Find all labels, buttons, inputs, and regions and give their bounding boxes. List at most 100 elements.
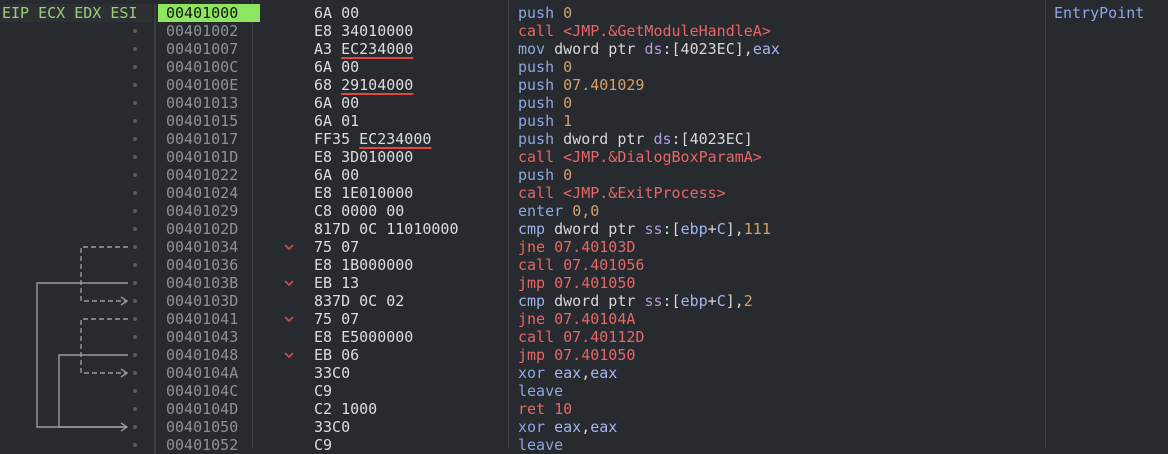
disasm-row[interactable]: 00401048 EB 06 jmp 07.401050	[0, 346, 1168, 364]
gutter-bar	[154, 94, 156, 112]
breakpoint-dot-icon[interactable]	[133, 353, 137, 357]
gutter-bar	[154, 220, 156, 238]
gutter-bar	[154, 238, 156, 256]
breakpoint-dot-icon[interactable]	[133, 119, 137, 123]
breakpoint-dot-icon[interactable]	[133, 263, 137, 267]
breakpoint-dot-icon[interactable]	[133, 83, 137, 87]
gutter-bar	[154, 346, 156, 364]
disasm-row[interactable]: 00401034 75 07 jne 07.40103D	[0, 238, 1168, 256]
disasm-row[interactable]: 0040103D 837D 0C 02 cmp dword ptr ss:[ebp+…	[0, 292, 1168, 310]
breakpoint-dot-icon[interactable]	[133, 299, 137, 303]
instruction-token: +	[707, 292, 717, 310]
breakpoint-dot-icon[interactable]	[133, 47, 137, 51]
disassembly-view[interactable]: EIP ECX EDX ESI 00401000 6A 00 push 0 EntryP…	[0, 0, 1168, 454]
gutter-bar	[154, 22, 156, 40]
breakpoint-dot-icon[interactable]	[133, 407, 137, 411]
disasm-row[interactable]: 00401052 C9 leave	[0, 436, 1168, 454]
instruction-token: jne	[518, 238, 555, 256]
instruction-bytes: E8 1B000000	[314, 256, 413, 274]
breakpoint-dot-icon[interactable]	[133, 155, 137, 159]
disasm-row[interactable]: EIP ECX EDX ESI 00401000 6A 00 push 0 EntryP…	[0, 4, 1168, 22]
instruction-token: ret	[518, 400, 555, 418]
instruction-bytes: 6A 00	[314, 166, 359, 184]
breakpoint-dot-icon[interactable]	[133, 191, 137, 195]
disasm-row[interactable]: 0040100E 68 29104000 push 07.401029	[0, 76, 1168, 94]
instruction-bytes: 6A 00	[314, 58, 359, 76]
disasm-row[interactable]: 00401041 75 07 jne 07.40104A	[0, 310, 1168, 328]
disasm-row[interactable]: 0040104C C9 leave	[0, 382, 1168, 400]
breakpoint-dot-icon[interactable]	[133, 443, 137, 447]
instruction-token: jmp	[518, 346, 555, 364]
bytes-text: A3	[314, 40, 342, 58]
address: 00401034	[166, 238, 239, 256]
breakpoint-dot-icon[interactable]	[133, 317, 137, 321]
disasm-row[interactable]: 00401013 6A 00 push 0	[0, 94, 1168, 112]
instruction-token: :[4023EC],	[662, 40, 753, 58]
entry-point-comment: EntryPoint	[1054, 4, 1145, 22]
instruction-token: 07.401056	[563, 256, 645, 274]
instruction: jmp 07.401050	[518, 346, 635, 364]
disasm-row[interactable]: 0040104A 33C0 xor eax,eax	[0, 364, 1168, 382]
instruction-token: push	[518, 76, 564, 94]
gutter-bar	[154, 364, 156, 382]
instruction-token: mov	[518, 40, 555, 58]
address: 0040102D	[166, 220, 239, 238]
breakpoint-dot-icon[interactable]	[133, 371, 137, 375]
disasm-row[interactable]: 00401022 6A 00 push 0	[0, 166, 1168, 184]
jump-taken-chevron-icon	[284, 280, 294, 287]
instruction-token: :[	[662, 220, 681, 238]
address: 00401048	[166, 346, 239, 364]
instruction-token: ,	[581, 364, 591, 382]
bytes-text: E8 1E010000	[314, 184, 414, 202]
disasm-row[interactable]: 0040104D C2 1000 ret 10	[0, 400, 1168, 418]
breakpoint-dot-icon[interactable]	[133, 227, 137, 231]
breakpoint-dot-icon[interactable]	[133, 425, 137, 429]
instruction-token: ss	[644, 220, 663, 238]
address: 00401002	[166, 22, 239, 40]
disasm-row[interactable]: 00401015 6A 01 push 1	[0, 112, 1168, 130]
instruction-token: jmp	[518, 274, 555, 292]
disasm-row[interactable]: 00401043 E8 E5000000 call 07.40112D	[0, 328, 1168, 346]
breakpoint-dot-icon[interactable]	[133, 65, 137, 69]
disasm-row[interactable]: 00401002 E8 34010000 call <JMP.&GetModuleH…	[0, 22, 1168, 40]
disasm-row[interactable]: 0040101D E8 3D010000 call <JMP.&DialogBoxP…	[0, 148, 1168, 166]
bytes-text: E8 1B000000	[314, 256, 414, 274]
instruction-bytes: E8 E5000000	[314, 328, 413, 346]
gutter-bar	[154, 292, 156, 310]
disasm-row[interactable]: 0040102D 817D 0C 11010000 cmp dword ptr ss…	[0, 220, 1168, 238]
breakpoint-dot-icon[interactable]	[133, 245, 137, 249]
breakpoint-dot-icon[interactable]	[133, 173, 137, 177]
instruction-token: 0	[563, 94, 573, 112]
gutter-bar	[154, 400, 156, 418]
instruction-token: ],	[725, 220, 744, 238]
instruction: push 07.401029	[518, 76, 644, 94]
disasm-row[interactable]: 0040103B EB 13 jmp 07.401050	[0, 274, 1168, 292]
bytes-text: C9	[314, 382, 333, 400]
address: 00401052	[166, 436, 239, 454]
bytes-text: 6A 00	[314, 4, 360, 22]
disasm-row[interactable]: 00401017 FF35 EC234000 push dword ptr ds:[…	[0, 130, 1168, 148]
disasm-row[interactable]: 00401029 C8 0000 00 enter 0,0	[0, 202, 1168, 220]
instruction: call <JMP.&DialogBoxParamA>	[518, 148, 762, 166]
disasm-row[interactable]: 00401024 E8 1E010000 call <JMP.&ExitProces…	[0, 184, 1168, 202]
breakpoint-dot-icon[interactable]	[133, 389, 137, 393]
disasm-row[interactable]: 0040100C 6A 00 push 0	[0, 58, 1168, 76]
breakpoint-dot-icon[interactable]	[133, 335, 137, 339]
instruction: call <JMP.&ExitProcess>	[518, 184, 726, 202]
disasm-row[interactable]: 00401036 E8 1B000000 call 07.401056	[0, 256, 1168, 274]
instruction-token: call	[518, 184, 564, 202]
bytes-text: C9	[314, 436, 333, 454]
address: 0040103B	[166, 274, 239, 292]
instruction-token: dword ptr	[563, 130, 654, 148]
disasm-row[interactable]: 00401007 A3 EC234000 mov dword ptr ds:[402…	[0, 40, 1168, 58]
disasm-row[interactable]: 00401050 33C0 xor eax,eax	[0, 418, 1168, 436]
breakpoint-dot-icon[interactable]	[133, 137, 137, 141]
bytes-text: 837D 0C 02	[314, 292, 405, 310]
breakpoint-dot-icon[interactable]	[133, 29, 137, 33]
instruction-token: dword ptr	[554, 292, 645, 310]
instruction-token: ss	[644, 292, 663, 310]
bytes-text: 6A 00	[314, 94, 360, 112]
breakpoint-dot-icon[interactable]	[133, 101, 137, 105]
breakpoint-dot-icon[interactable]	[133, 209, 137, 213]
breakpoint-dot-icon[interactable]	[133, 281, 137, 285]
